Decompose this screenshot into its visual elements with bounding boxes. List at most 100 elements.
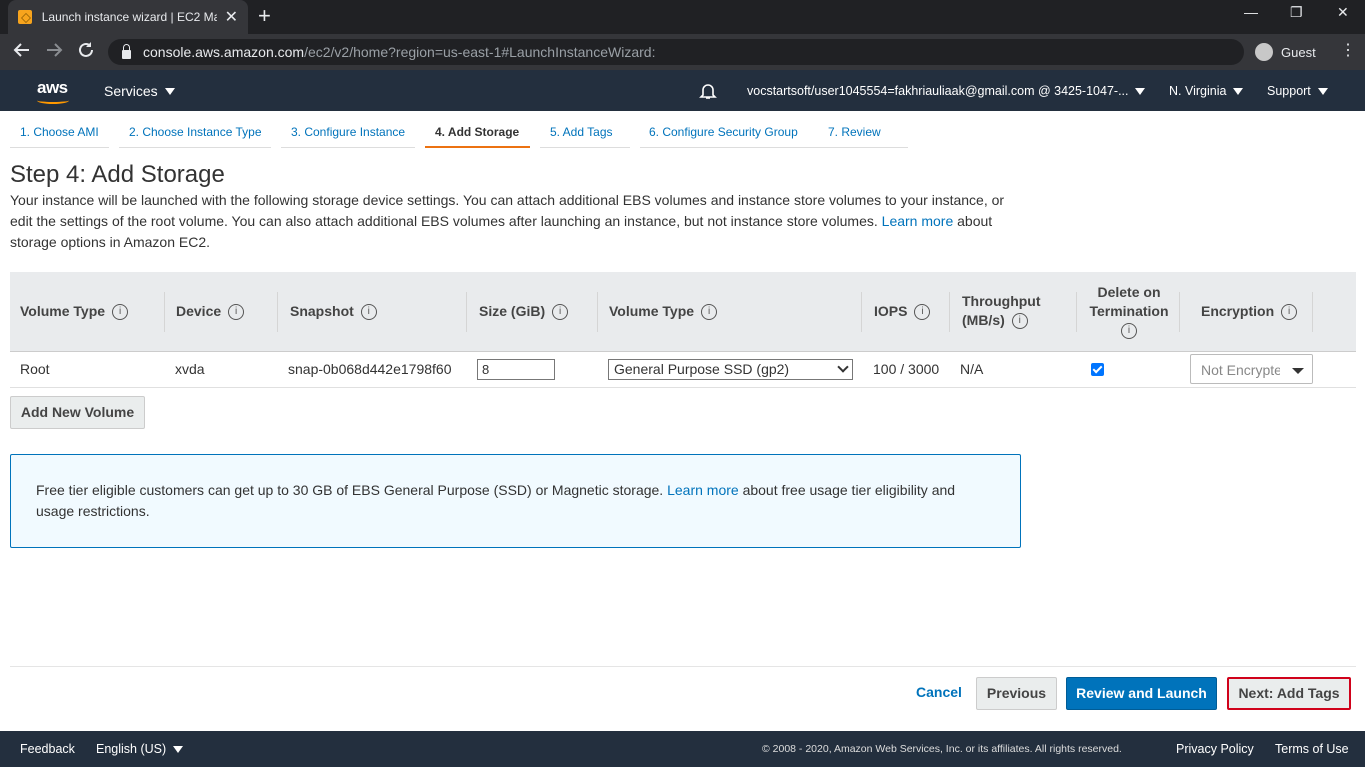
back-icon[interactable] <box>13 41 31 63</box>
minimize-icon[interactable]: — <box>1244 4 1258 20</box>
column-divider <box>949 292 950 332</box>
account-menu[interactable]: vocstartsoft/user1045554=fakhriauliaak@g… <box>747 84 1146 98</box>
browser-tab-bar: Launch instance wizard | EC2 Management … <box>0 0 1365 34</box>
chevron-down-icon <box>837 361 849 373</box>
privacy-policy-link[interactable]: Privacy Policy <box>1176 742 1254 756</box>
encryption-select[interactable]: Not Encrypted <box>1190 354 1313 384</box>
tab-choose-ami[interactable]: 1. Choose AMI <box>10 118 109 148</box>
column-divider <box>277 292 278 332</box>
add-new-volume-button[interactable]: Add New Volume <box>10 396 145 429</box>
header-volume-type: Volume Type i <box>20 302 129 321</box>
notice-learn-more-link[interactable]: Learn more <box>667 482 739 498</box>
page-title: Step 4: Add Storage <box>10 161 225 188</box>
info-icon[interactable]: i <box>1281 304 1298 321</box>
url-path: /ec2/v2/home?region=us-east-1#LaunchInst… <box>304 44 656 60</box>
next-add-tags-button[interactable]: Next: Add Tags <box>1227 677 1351 710</box>
divider <box>10 666 1356 667</box>
aws-top-nav: aws Services vocstartsoft/user1045554=fa… <box>0 70 1365 111</box>
tab-title: Launch instance wizard | EC2 Management … <box>41 10 217 24</box>
delete-on-termination-checkbox[interactable] <box>1091 363 1104 376</box>
header-encryption: Encryption i <box>1201 302 1298 321</box>
language-menu[interactable]: English (US) <box>96 742 184 756</box>
info-icon[interactable]: i <box>1011 313 1028 330</box>
tab-review[interactable]: 7. Review <box>818 118 908 148</box>
language-label: English (US) <box>96 742 167 756</box>
browser-tab[interactable]: Launch instance wizard | EC2 Management … <box>8 0 248 34</box>
info-icon[interactable]: i <box>228 304 245 321</box>
lock-icon <box>122 43 131 59</box>
learn-more-link[interactable]: Learn more <box>882 213 954 229</box>
column-divider <box>1179 292 1180 332</box>
encryption-selected: Not Encrypted <box>1201 362 1290 378</box>
tab-choose-instance-type[interactable]: 2. Choose Instance Type <box>119 118 271 148</box>
url-host: console.aws.amazon.com <box>143 44 305 60</box>
tab-add-tags[interactable]: 5. Add Tags <box>540 118 630 148</box>
account-label: vocstartsoft/user1045554=fakhriauliaak@g… <box>747 84 1129 98</box>
info-icon[interactable]: i <box>360 304 377 321</box>
cell-snapshot: snap-0b068d442e1798f60 <box>288 361 452 377</box>
cell-device: xvda <box>175 361 205 377</box>
forward-icon[interactable] <box>45 41 63 63</box>
tab-configure-instance[interactable]: 3. Configure Instance <box>281 118 415 148</box>
avatar-icon <box>1255 43 1273 61</box>
cancel-button[interactable]: Cancel <box>905 677 973 710</box>
support-menu[interactable]: Support <box>1267 84 1328 98</box>
size-input[interactable] <box>477 359 555 380</box>
aws-favicon-icon <box>18 10 32 24</box>
profile-button[interactable]: Guest <box>1255 40 1316 64</box>
services-label: Services <box>104 83 158 99</box>
info-icon[interactable]: i <box>701 304 718 321</box>
notice-text: Free tier eligible customers can get up … <box>36 482 664 498</box>
new-tab-icon[interactable]: + <box>258 5 271 27</box>
info-icon[interactable]: i <box>112 304 129 321</box>
header-delete-on-termination: Delete on Termination i <box>1089 283 1169 340</box>
aws-logo-text: aws <box>37 78 68 97</box>
bell-icon[interactable] <box>699 82 717 100</box>
caret-down-icon <box>1292 368 1304 374</box>
header-volume-type-2: Volume Type i <box>609 302 718 321</box>
volume-type-select[interactable]: General Purpose SSD (gp2) <box>608 359 853 380</box>
feedback-link[interactable]: Feedback <box>20 742 75 756</box>
column-divider <box>466 292 467 332</box>
header-size: Size (GiB) i <box>479 302 569 321</box>
window-close-icon[interactable]: ✕ <box>1337 4 1349 21</box>
reload-icon[interactable] <box>77 41 95 63</box>
caret-down-icon <box>1135 87 1146 95</box>
review-and-launch-button[interactable]: Review and Launch <box>1066 677 1217 710</box>
cell-throughput: N/A <box>960 361 984 377</box>
tab-configure-security-group[interactable]: 6. Configure Security Group <box>640 118 818 148</box>
table-header: Volume Type i Device i Snapshot i Size (GiB… <box>10 272 1356 352</box>
column-divider <box>1076 292 1077 332</box>
tab-close-icon[interactable]: ✕ <box>225 7 238 27</box>
page-description: Your instance will be launched with the … <box>10 190 1020 253</box>
profile-label: Guest <box>1281 44 1316 60</box>
caret-down-icon <box>1233 87 1244 95</box>
column-divider <box>861 292 862 332</box>
description-text: Your instance will be launched with the … <box>10 192 1005 229</box>
aws-smile-icon <box>37 97 69 104</box>
header-device: Device i <box>176 302 245 321</box>
terms-of-use-link[interactable]: Terms of Use <box>1275 742 1349 756</box>
region-menu[interactable]: N. Virginia <box>1169 84 1244 98</box>
browser-menu-icon[interactable]: ⋮ <box>1340 42 1356 60</box>
info-icon[interactable]: i <box>1121 323 1137 340</box>
url-bar[interactable]: console.aws.amazon.com /ec2/v2/home?regi… <box>108 39 1244 65</box>
region-label: N. Virginia <box>1169 84 1227 98</box>
column-divider <box>597 292 598 332</box>
restore-icon[interactable]: ❐ <box>1290 4 1303 21</box>
info-icon[interactable]: i <box>914 304 931 321</box>
tab-add-storage[interactable]: 4. Add Storage <box>425 118 530 148</box>
caret-down-icon <box>164 87 175 95</box>
volume-type-selected: General Purpose SSD (gp2) <box>614 361 790 377</box>
info-icon[interactable]: i <box>552 304 569 321</box>
header-iops: IOPS i <box>874 302 931 321</box>
cell-iops: 100 / 3000 <box>873 361 940 377</box>
table-row: Root xvda snap-0b068d442e1798f60 General… <box>10 352 1356 388</box>
previous-button[interactable]: Previous <box>976 677 1057 710</box>
caret-down-icon <box>1317 87 1328 95</box>
cell-volume-type: Root <box>20 361 50 377</box>
browser-toolbar: console.aws.amazon.com /ec2/v2/home?regi… <box>0 34 1365 70</box>
aws-logo[interactable]: aws <box>37 78 69 104</box>
caret-down-icon <box>173 745 184 753</box>
services-menu[interactable]: Services <box>104 83 175 99</box>
